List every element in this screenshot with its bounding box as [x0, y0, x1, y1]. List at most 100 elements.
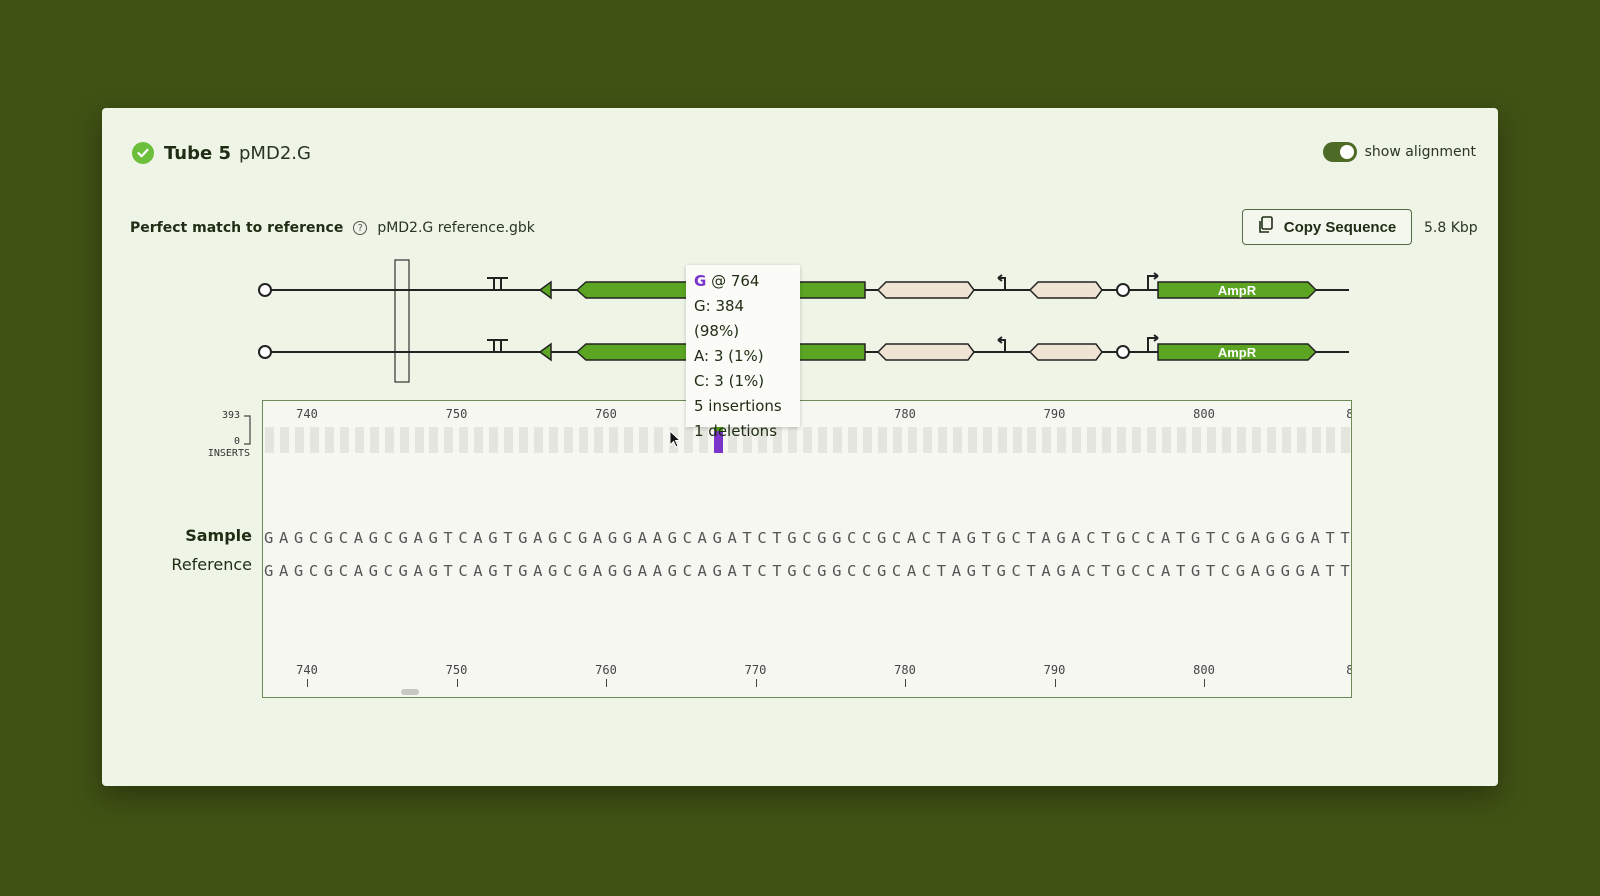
- ruler-tick-mark: [456, 679, 458, 687]
- coverage-bar[interactable]: [324, 427, 334, 453]
- coverage-bar[interactable]: [1296, 427, 1306, 453]
- coverage-bar[interactable]: [474, 427, 484, 453]
- coverage-bar[interactable]: [1251, 427, 1261, 453]
- coverage-bar[interactable]: [519, 427, 529, 453]
- base-letter: A: [1071, 529, 1081, 547]
- coverage-bar[interactable]: [1027, 427, 1037, 453]
- coverage-bar[interactable]: [892, 427, 902, 453]
- coverage-bar[interactable]: [1176, 427, 1186, 453]
- coverage-bar[interactable]: [414, 427, 424, 453]
- feature-beige-1[interactable]: [876, 281, 975, 299]
- coverage-bar[interactable]: [1162, 427, 1171, 453]
- feature-beige-2[interactable]: [1028, 281, 1103, 299]
- alignment-viewer[interactable]: 74075076078079080081 GAGCGCAGCGAGTCAGTGA…: [262, 400, 1352, 698]
- coverage-bar[interactable]: [593, 427, 603, 453]
- coverage-bar[interactable]: [1102, 427, 1112, 453]
- coverage-bar[interactable]: [265, 427, 274, 453]
- coverage-bar[interactable]: [982, 427, 992, 453]
- coverage-bar[interactable]: [833, 427, 843, 453]
- coverage-bar[interactable]: [549, 427, 559, 453]
- ruler-tick-label: 740: [296, 663, 318, 677]
- coverage-bar[interactable]: [863, 427, 872, 453]
- coverage-bar[interactable]: [1266, 427, 1276, 453]
- coverage-bar[interactable]: [399, 427, 409, 453]
- base-letter: G: [428, 529, 438, 547]
- coverage-bar[interactable]: [907, 427, 917, 453]
- base-letter: G: [1295, 562, 1305, 580]
- coverage-bar[interactable]: [608, 427, 618, 453]
- coverage-bar[interactable]: [429, 427, 439, 453]
- coverage-bar[interactable]: [937, 427, 947, 453]
- base-letter: G: [1265, 562, 1275, 580]
- coverage-bar[interactable]: [1042, 427, 1052, 453]
- base-letter: G: [1280, 562, 1290, 580]
- coverage-bar[interactable]: [638, 427, 648, 453]
- coverage-bar[interactable]: [877, 427, 887, 453]
- ruler-tick-label: 81: [1346, 407, 1351, 421]
- coverage-bar[interactable]: [1012, 427, 1022, 453]
- coverage-bar[interactable]: [1132, 427, 1142, 453]
- base-letter: T: [443, 529, 453, 547]
- coverage-bar[interactable]: [1236, 427, 1246, 453]
- base-letter: C: [1146, 529, 1156, 547]
- coverage-bar[interactable]: [369, 427, 379, 453]
- base-letter: C: [921, 529, 932, 547]
- base-letter: A: [906, 562, 917, 580]
- coverage-bar[interactable]: [683, 427, 693, 453]
- base-letter: A: [652, 562, 663, 580]
- coverage-bar[interactable]: [623, 427, 633, 453]
- coverage-bar[interactable]: [489, 427, 499, 453]
- coverage-bar[interactable]: [1117, 427, 1127, 453]
- coverage-bar[interactable]: [1326, 427, 1336, 453]
- coverage-bar[interactable]: [1206, 427, 1216, 453]
- coverage-bar[interactable]: [309, 427, 319, 453]
- coverage-bar[interactable]: [653, 427, 663, 453]
- coverage-bar[interactable]: [444, 427, 454, 453]
- coverage-bar[interactable]: [354, 427, 364, 453]
- ruler-tick-label: 800: [1193, 407, 1215, 421]
- coverage-bracket: [244, 415, 251, 445]
- coverage-bar[interactable]: [384, 427, 394, 453]
- coverage-bar[interactable]: [578, 427, 588, 453]
- coverage-bar[interactable]: [504, 427, 514, 453]
- coverage-bar[interactable]: [1087, 427, 1097, 453]
- coverage-bar[interactable]: [818, 427, 828, 453]
- horizontal-scrollbar-thumb[interactable]: [401, 689, 419, 695]
- base-letter: A: [278, 562, 289, 580]
- base-letter: C: [891, 562, 902, 580]
- coverage-bar[interactable]: [1057, 427, 1067, 453]
- coverage-bar[interactable]: [279, 427, 289, 453]
- coverage-bar[interactable]: [803, 427, 813, 453]
- base-letter: T: [1205, 529, 1216, 547]
- viewport-window[interactable]: [394, 259, 410, 383]
- coverage-bar[interactable]: [1281, 427, 1291, 453]
- coverage-bar[interactable]: [997, 427, 1007, 453]
- coverage-bar[interactable]: [294, 427, 304, 453]
- feature-small-green[interactable]: [538, 342, 552, 362]
- coverage-bar[interactable]: [922, 427, 932, 453]
- coverage-bar[interactable]: [1221, 427, 1231, 453]
- coverage-bar[interactable]: [1072, 427, 1082, 453]
- feature-beige-2[interactable]: [1028, 343, 1103, 361]
- coverage-bar[interactable]: [1147, 427, 1157, 453]
- base-letter: A: [278, 529, 289, 547]
- coverage-bar[interactable]: [459, 427, 469, 453]
- coverage-bar[interactable]: [1191, 427, 1201, 453]
- feature-beige-1[interactable]: [876, 343, 975, 361]
- base-letter: C: [802, 529, 812, 547]
- base-letter: G: [518, 529, 528, 547]
- coverage-bar[interactable]: [967, 427, 977, 453]
- tooltip-line: C: 3 (1%): [694, 372, 765, 390]
- feature-track-sample: AmpR: [258, 272, 1349, 300]
- coverage-bar[interactable]: [1311, 427, 1321, 453]
- coverage-bar[interactable]: [1341, 427, 1351, 453]
- coverage-bar[interactable]: [534, 427, 544, 453]
- base-letter: A: [727, 562, 737, 580]
- coverage-bar[interactable]: [952, 427, 962, 453]
- coverage-bar[interactable]: [848, 427, 858, 453]
- coverage-bar[interactable]: [339, 427, 349, 453]
- feature-small-green[interactable]: [538, 280, 552, 300]
- coverage-bar[interactable]: [564, 427, 573, 453]
- base-letter: G: [264, 529, 274, 547]
- base-letter: A: [727, 529, 737, 547]
